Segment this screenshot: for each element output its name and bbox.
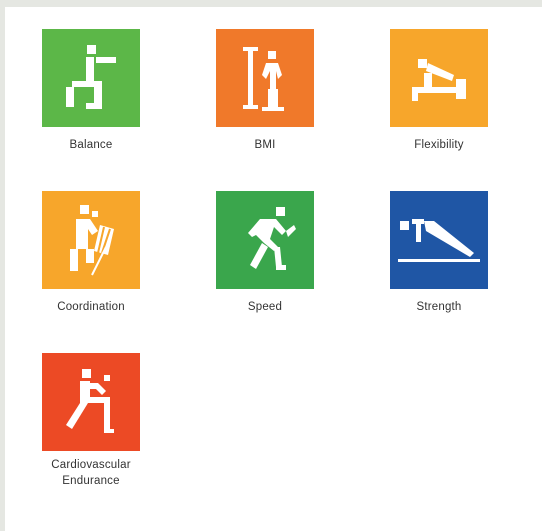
cardio-tile-icon-box <box>42 353 140 451</box>
balance-tile-icon-box <box>42 29 140 127</box>
tile-label: Coordination <box>57 301 125 313</box>
tile-speed[interactable]: Speed <box>205 191 325 315</box>
coordination-tile-icon-box <box>42 191 140 289</box>
tile-label: Speed <box>247 301 283 313</box>
bmi-tile-icon-box <box>216 29 314 127</box>
tile-cardiovascular-endurance[interactable]: Cardiovascular Endurance <box>31 353 151 489</box>
step-test-figure-icon <box>42 353 140 451</box>
fitness-tests-panel: Balance BMI Flexibility Coordination Spe… <box>5 7 542 531</box>
balance-figure-icon <box>42 29 140 127</box>
flexibility-tile-icon-box <box>390 29 488 127</box>
height-measure-icon <box>216 29 314 127</box>
tile-label: Flexibility <box>414 139 464 151</box>
tile-strength[interactable]: Strength <box>379 191 499 315</box>
tile-bmi[interactable]: BMI <box>205 29 325 153</box>
sit-and-reach-icon <box>390 29 488 127</box>
push-up-figure-icon <box>390 191 488 289</box>
strength-tile-icon-box <box>390 191 488 289</box>
tile-label-line1: Cardiovascular <box>51 459 131 471</box>
tile-label: BMI <box>254 139 276 151</box>
tile-coordination[interactable]: Coordination <box>31 191 151 315</box>
tile-flexibility[interactable]: Flexibility <box>379 29 499 153</box>
tile-balance[interactable]: Balance <box>31 29 151 153</box>
speed-tile-icon-box <box>216 191 314 289</box>
running-figure-icon <box>216 191 314 289</box>
tile-label: Strength <box>416 301 462 313</box>
tile-label-line2: Endurance <box>62 475 120 487</box>
juggling-figure-icon <box>42 191 140 289</box>
tile-label: Balance <box>69 139 113 151</box>
